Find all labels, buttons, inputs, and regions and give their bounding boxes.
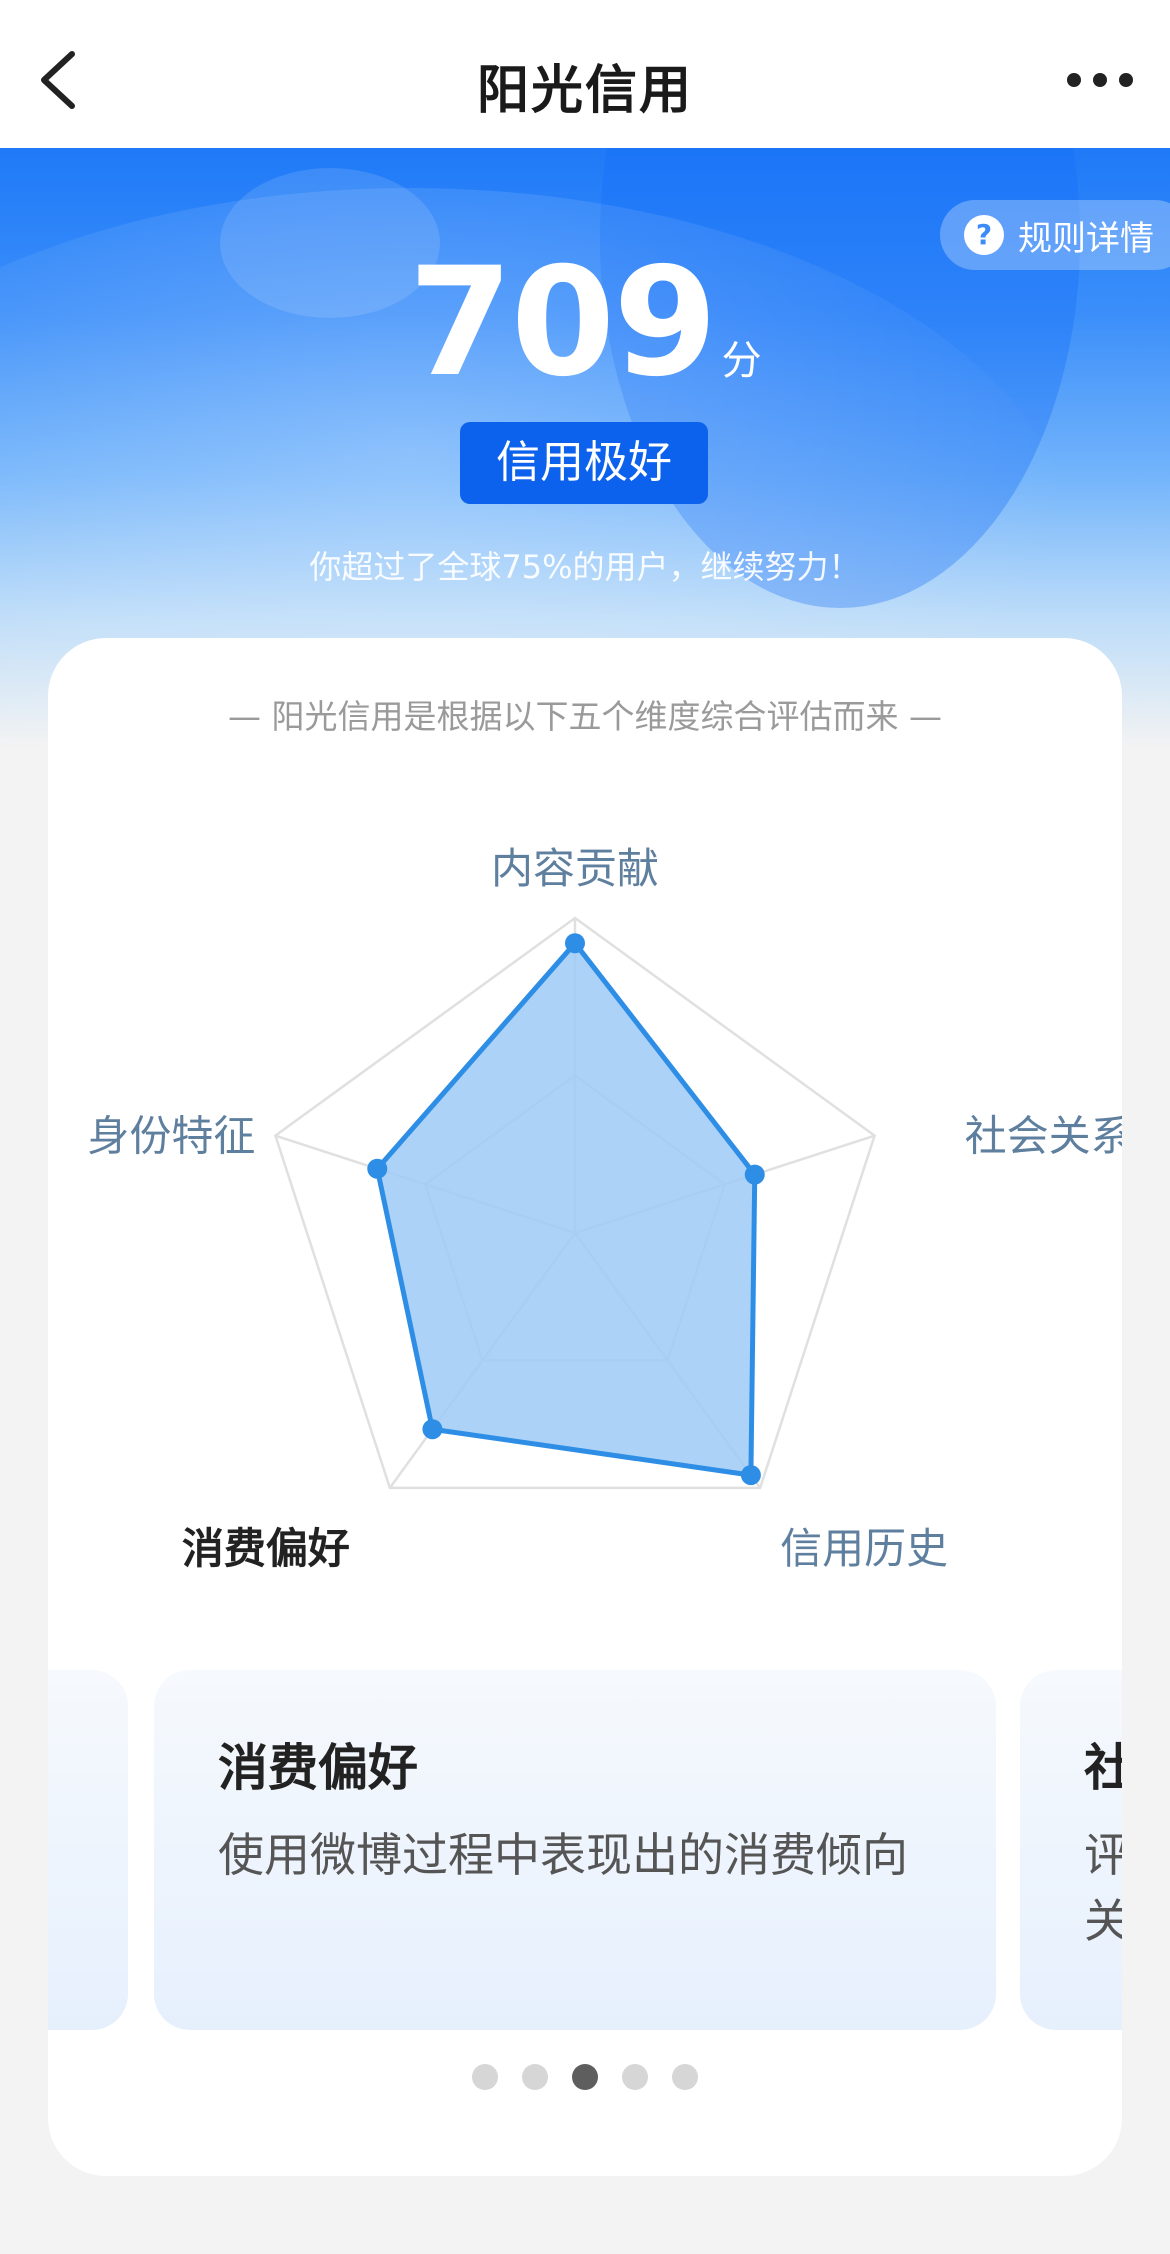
- radar-data-point: [744, 1164, 765, 1185]
- nav-bar: 阳光信用: [0, 0, 1170, 148]
- more-dots-icon: [1067, 73, 1133, 87]
- radar-axis-label: 信用历史: [780, 1524, 948, 1573]
- more-button[interactable]: [1060, 50, 1140, 110]
- radar-data-point: [367, 1158, 388, 1179]
- radar-data-area: [374, 940, 758, 1478]
- radar-data-point: [422, 1419, 443, 1440]
- radar-chart: 内容贡献社会关系信用历史 消费偏好 身份特征: [87, 844, 1122, 1573]
- radar-axis-label: 社会关系: [965, 1112, 1122, 1161]
- pagination-dot[interactable]: [472, 2064, 498, 2090]
- rank-text: 你超过了全球75%的用户，继续努力！: [309, 548, 861, 586]
- carousel-slide-next[interactable]: 社 评 关: [1020, 1670, 1122, 2030]
- score-unit: 分: [721, 338, 762, 384]
- slide-title: 社: [1084, 1739, 1122, 1797]
- pagination-dot[interactable]: [522, 2064, 548, 2090]
- page-title: 阳光信用: [476, 61, 693, 121]
- dimension-card: — 阳光信用是根据以下五个维度综合评估而来 — 内容贡献 社会关系 信用历史 消费偏好…: [48, 638, 1122, 2176]
- pagination-dot[interactable]: [572, 2064, 598, 2090]
- help-circle-icon: ?: [964, 215, 1004, 255]
- rules-detail-label: 规则详情: [1018, 218, 1154, 259]
- radar-axis-label: 消费偏好: [182, 1524, 350, 1573]
- credit-score: 709 分: [0, 248, 1170, 398]
- pagination-dot[interactable]: [622, 2064, 648, 2090]
- dimension-carousel[interactable]: 消费偏好 使用微博过程中表现出的消费倾向 社 评 关: [48, 1670, 1122, 2030]
- radar-data-point: [565, 933, 585, 954]
- radar-axis-label: 内容贡献: [491, 844, 659, 893]
- credit-level-badge: 信用极好: [460, 422, 708, 504]
- slide-title: 消费偏好: [218, 1739, 418, 1797]
- rules-detail-button[interactable]: ? 规则详情: [940, 200, 1170, 270]
- carousel-pagination: [48, 2064, 1122, 2094]
- radar-axis-label: 身份特征: [87, 1112, 255, 1161]
- carousel-slide-prev[interactable]: [48, 1670, 128, 2030]
- radar-data-point: [740, 1465, 761, 1486]
- slide-desc: 评 关: [1084, 1828, 1122, 1948]
- carousel-slide-active[interactable]: 消费偏好 使用微博过程中表现出的消费倾向: [154, 1670, 996, 2030]
- score-value: 709: [408, 236, 717, 410]
- pagination-dot[interactable]: [672, 2064, 698, 2090]
- slide-desc: 使用微博过程中表现出的消费倾向: [218, 1828, 908, 1882]
